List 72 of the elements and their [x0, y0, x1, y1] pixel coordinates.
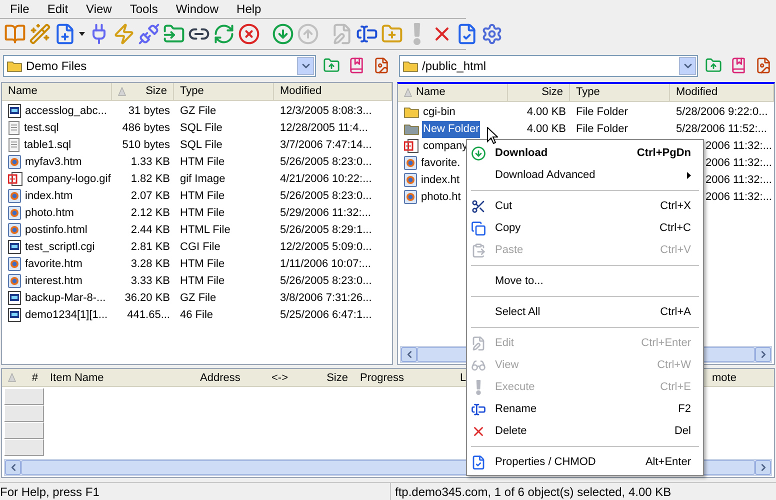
file-type: HTM File [180, 258, 225, 270]
file-type: 46 File [180, 309, 214, 322]
file-name: myfav3.htm [24, 155, 83, 170]
file-name: test.sql [23, 121, 60, 136]
file-size: 441.65... [127, 308, 170, 324]
file-name: favorite.htm [24, 257, 84, 272]
file-modified: 5/26/2005 8:23:0... [280, 189, 372, 204]
file-modified: 2006 11:32:... [706, 156, 772, 172]
file-modified: 12/2/2005 5:09:0... [280, 240, 372, 256]
file-modified: 5/28/2006 11:52:... [676, 122, 767, 138]
file-type: HTM File [180, 275, 225, 288]
file-type: SQL File [180, 122, 222, 134]
status-text: ftp.demo345.com, 1 of 6 object(s) selected, 4.00 KB [390, 482, 672, 500]
file-modified: 5/26/2005 8:23:0... [280, 274, 372, 290]
file-modified: 5/26/2005 8:23:0... [280, 155, 372, 170]
file-type: File Folder [576, 106, 628, 118]
file-type: CGI File [180, 241, 220, 254]
file-size: 4.00 KB [526, 122, 566, 138]
file-size: 4.00 KB [526, 105, 566, 120]
file-size: 3.28 KB [130, 257, 170, 272]
file-modified: 12/3/2005 8:08:3... [280, 104, 372, 120]
file-name: index.ht [420, 173, 461, 188]
file-type: SQL File [180, 139, 222, 152]
file-modified: 5/28/2006 9:22:0... [676, 105, 768, 120]
file-size: 486 bytes [122, 121, 170, 136]
file-name: cgi-bin [422, 105, 456, 120]
file-modified: 2006 11:32:... [706, 190, 772, 206]
file-size: 31 bytes [128, 104, 170, 120]
file-size: 1.33 KB [130, 155, 170, 170]
file-modified: 4/21/2006 10:22:... [280, 172, 372, 188]
file-name: company-logo.gif [26, 172, 112, 188]
file-size: 2.81 KB [130, 240, 170, 256]
file-name: photo.htm [24, 206, 75, 222]
file-type: HTM File [180, 190, 225, 202]
file-size: 1.82 KB [130, 172, 170, 188]
file-modified: 2006 11:32:... [706, 139, 772, 154]
file-modified: 3/8/2006 7:31:26... [280, 291, 372, 306]
file-modified: 1/11/2006 10:07:... [280, 257, 371, 272]
file-type: HTML File [180, 224, 230, 236]
file-name: interest.htm [24, 274, 84, 290]
file-name: New Folder [422, 121, 480, 138]
file-size: 36.20 KB [124, 291, 170, 306]
file-type: HTM File [180, 156, 225, 168]
file-name: backup-Mar-8-... [24, 291, 107, 306]
file-type: File Folder [576, 123, 628, 136]
file-name: photo.ht [420, 190, 462, 206]
file-modified: 5/25/2006 6:47:1... [280, 308, 372, 324]
file-name: company [422, 139, 469, 154]
file-name: test_scriptl.cgi [24, 240, 96, 256]
file-modified: 5/29/2006 11:32:... [280, 206, 371, 222]
file-type: GZ File [180, 105, 216, 118]
file-name: postinfo.html [24, 223, 88, 238]
file-size: 2.44 KB [130, 223, 170, 238]
file-modified: 12/28/2005 11:4... [280, 121, 368, 136]
file-size: 510 bytes [122, 138, 170, 154]
file-name: index.htm [24, 189, 74, 204]
file-modified: 3/7/2006 7:47:14... [280, 138, 372, 154]
file-size: 2.07 KB [130, 189, 170, 204]
file-size: 2.12 KB [130, 206, 170, 222]
file-name: favorite. [420, 156, 462, 172]
file-name: demo1234[1][1... [24, 308, 109, 324]
file-modified: 5/26/2005 8:29:1... [280, 223, 372, 238]
file-name: table1.sql [23, 138, 72, 154]
file-type: gif Image [180, 173, 226, 186]
path-text: Demo Files [26, 58, 88, 75]
status-text: For Help, press F1 [0, 484, 100, 500]
path-text: /public_html [422, 58, 488, 75]
file-name: accesslog_abc... [24, 104, 108, 120]
file-type: HTM File [180, 207, 225, 220]
file-type: GZ File [180, 292, 216, 304]
file-modified: 2006 11:32:... [706, 173, 772, 188]
file-size: 3.33 KB [130, 274, 170, 290]
